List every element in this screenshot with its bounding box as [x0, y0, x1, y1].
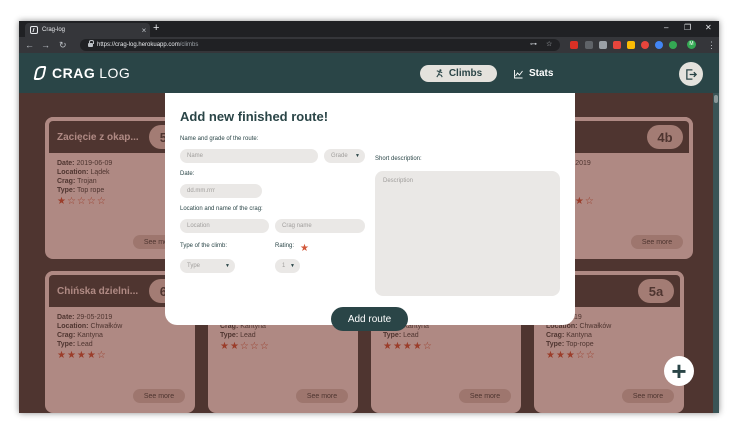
restore-button[interactable]: ❐	[684, 23, 691, 32]
extension-icon[interactable]	[641, 41, 649, 49]
add-climb-fab[interactable]: +	[664, 356, 694, 386]
climb-type-select[interactable]: Type ▼	[180, 259, 235, 273]
nav-stats-label: Stats	[529, 68, 554, 79]
name-grade-label: Name and grade of the route:	[180, 136, 259, 142]
lock-icon	[88, 40, 94, 47]
favicon-icon	[30, 26, 38, 34]
forward-button[interactable]: →	[41, 39, 50, 51]
page-scrollbar[interactable]	[713, 93, 719, 413]
add-route-modal: Add new finished route! Name and grade o…	[165, 93, 575, 331]
close-window-button[interactable]: ✕	[705, 23, 712, 32]
bookmark-star-icon[interactable]: ☆	[546, 39, 552, 51]
scrollbar-thumb[interactable]	[714, 95, 718, 103]
add-route-button[interactable]: Add route	[331, 307, 408, 331]
address-bar[interactable]: https://crag-log.herokuapp.com /climbs ⊶…	[80, 39, 560, 51]
extension-icon[interactable]	[627, 41, 635, 49]
climb-type-select-value: Type	[187, 263, 201, 269]
modal-title: Add new finished route!	[180, 109, 329, 124]
logout-button[interactable]	[679, 62, 703, 86]
rating-label: Rating:	[275, 243, 295, 249]
logout-icon	[685, 68, 697, 80]
extension-icon[interactable]	[613, 41, 621, 49]
logo-icon	[33, 66, 47, 80]
date-input[interactable]: dd.mm.rrrr	[180, 184, 262, 198]
extension-icon[interactable]	[669, 41, 677, 49]
rating-select[interactable]: 1 ▼	[275, 259, 300, 273]
grade-select[interactable]: Grade ▼	[324, 149, 365, 163]
url-path: /climbs	[179, 42, 199, 48]
star-icon: ★	[300, 243, 309, 254]
crag-name-input[interactable]: Crag name	[275, 219, 365, 233]
location-input[interactable]: Location	[180, 219, 269, 233]
climb-type-label: Type of the climb:	[180, 243, 228, 249]
logo-text-bold: CRAG	[52, 65, 96, 81]
back-button[interactable]: ←	[25, 39, 34, 51]
minimize-button[interactable]: –	[664, 23, 668, 32]
extension-icon[interactable]	[655, 41, 663, 49]
extension-icon[interactable]	[599, 41, 607, 49]
extension-icon[interactable]	[570, 41, 578, 49]
climber-icon	[436, 69, 443, 78]
grade-select-value: Grade	[331, 153, 348, 159]
chevron-down-icon: ▼	[355, 153, 360, 159]
url-host: https://crag-log.herokuapp.com	[97, 42, 180, 48]
reload-button[interactable]: ↻	[59, 39, 67, 51]
browser-menu-button[interactable]: ⋮	[707, 39, 716, 51]
tab-title: Crag-log	[42, 27, 66, 33]
nav-climbs-label: Climbs	[448, 68, 483, 79]
app-logo[interactable]: CRAG LOG	[33, 65, 131, 81]
chart-line-icon	[514, 69, 523, 78]
rating-select-value: 1	[282, 263, 286, 269]
description-label: Short description:	[375, 156, 422, 162]
new-tab-button[interactable]: +	[153, 22, 159, 34]
route-name-input[interactable]: Name	[180, 149, 318, 163]
browser-tab[interactable]: Crag-log ×	[25, 23, 150, 37]
browser-toolbar: ← → ↻ https://crag-log.herokuapp.com /cl…	[19, 37, 719, 53]
tab-strip: Crag-log × + – ❐ ✕	[19, 21, 719, 37]
chevron-down-icon: ▼	[225, 263, 230, 269]
logo-text-light: LOG	[99, 65, 131, 81]
date-label: Date:	[180, 171, 195, 177]
nav-climbs-button[interactable]: Climbs	[420, 65, 497, 82]
app-header: CRAG LOG Climbs Stats	[19, 53, 719, 93]
key-icon[interactable]: ⊶	[530, 39, 537, 51]
tab-close-button[interactable]: ×	[138, 26, 150, 35]
browser-window: Crag-log × + – ❐ ✕ ← → ↻ https://crag-lo…	[19, 21, 719, 413]
profile-avatar[interactable]: M	[687, 40, 696, 49]
chevron-down-icon: ▼	[290, 263, 295, 269]
location-crag-label: Location and name of the crag:	[180, 206, 263, 212]
extension-icon[interactable]	[585, 41, 593, 49]
nav-stats-button[interactable]: Stats	[513, 65, 553, 82]
description-textarea[interactable]: Description	[375, 171, 560, 296]
